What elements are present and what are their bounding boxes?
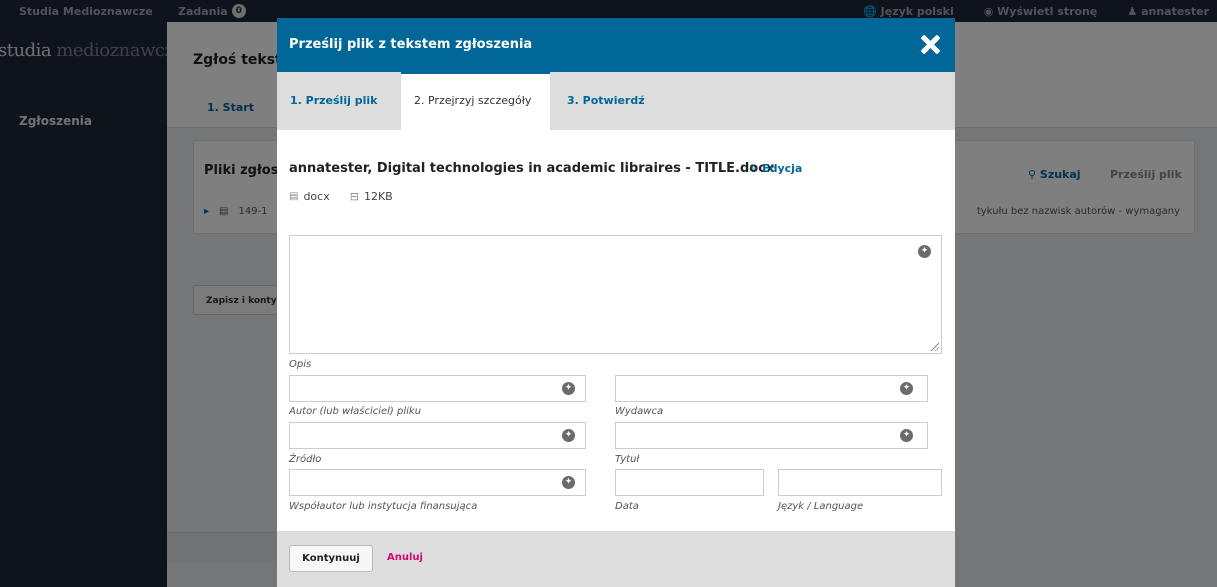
language-label: Język / Language (778, 501, 864, 512)
language-input[interactable] (778, 469, 942, 496)
creator-label: Autor (lub właściciel) pliku (289, 406, 422, 417)
file-type-value: docx (303, 190, 330, 203)
resize-handle-icon[interactable] (929, 341, 939, 351)
tab-review-details[interactable]: 2. Przejrzyj szczegóły (401, 72, 550, 130)
publisher-input[interactable]: ✦ (615, 375, 928, 402)
file-meta-row: ▤ docx ⊟ 12KB (289, 190, 393, 203)
source-label: Źródło (289, 454, 322, 465)
file-size-value: 12KB (363, 190, 393, 203)
creator-input[interactable]: ✦ (289, 375, 586, 402)
file-name-heading: annatester, Digital technologies in acad… (289, 161, 775, 176)
sponsor-input[interactable]: ✦ (289, 469, 586, 496)
title-input[interactable]: ✦ (615, 422, 928, 449)
sponsor-label: Współautor lub instytucja finansująca (289, 501, 478, 512)
tab-confirm[interactable]: 3. Potwierdź (554, 72, 664, 130)
globe-icon[interactable]: ✦ (918, 245, 931, 258)
cancel-button[interactable]: Anuluj (387, 552, 423, 563)
globe-icon[interactable]: ✦ (900, 382, 913, 395)
close-icon[interactable] (920, 34, 940, 54)
edit-link[interactable]: ✎ Edycja (749, 162, 802, 175)
description-label: Opis (289, 359, 312, 370)
modal-header: Prześlij plik z tekstem zgłoszenia (277, 18, 955, 72)
continue-button[interactable]: Kontynuuj (289, 545, 373, 572)
modal-tabs: 1. Prześlij plik 2. Przejrzyj szczegóły … (277, 72, 955, 130)
title-label: Tytuł (615, 454, 640, 465)
globe-icon[interactable]: ✦ (900, 429, 913, 442)
modal-title: Prześlij plik z tekstem zgłoszenia (289, 37, 533, 52)
hard-drive-icon: ⊟ (349, 190, 359, 203)
date-input[interactable] (615, 469, 764, 496)
source-input[interactable]: ✦ (289, 422, 586, 449)
edit-label: Edycja (762, 162, 803, 175)
modal-footer: Kontynuuj Anuluj (277, 531, 955, 587)
globe-icon[interactable]: ✦ (562, 476, 575, 489)
upload-file-modal: Prześlij plik z tekstem zgłoszenia 1. Pr… (277, 18, 955, 587)
publisher-label: Wydawca (615, 406, 664, 417)
description-textarea[interactable]: ✦ (289, 235, 942, 354)
pencil-icon: ✎ (749, 162, 759, 175)
document-icon: ▤ (289, 191, 299, 202)
tab-upload-file[interactable]: 1. Prześlij plik (277, 72, 401, 130)
globe-icon[interactable]: ✦ (562, 429, 575, 442)
globe-icon[interactable]: ✦ (562, 382, 575, 395)
date-label: Data (615, 501, 639, 512)
